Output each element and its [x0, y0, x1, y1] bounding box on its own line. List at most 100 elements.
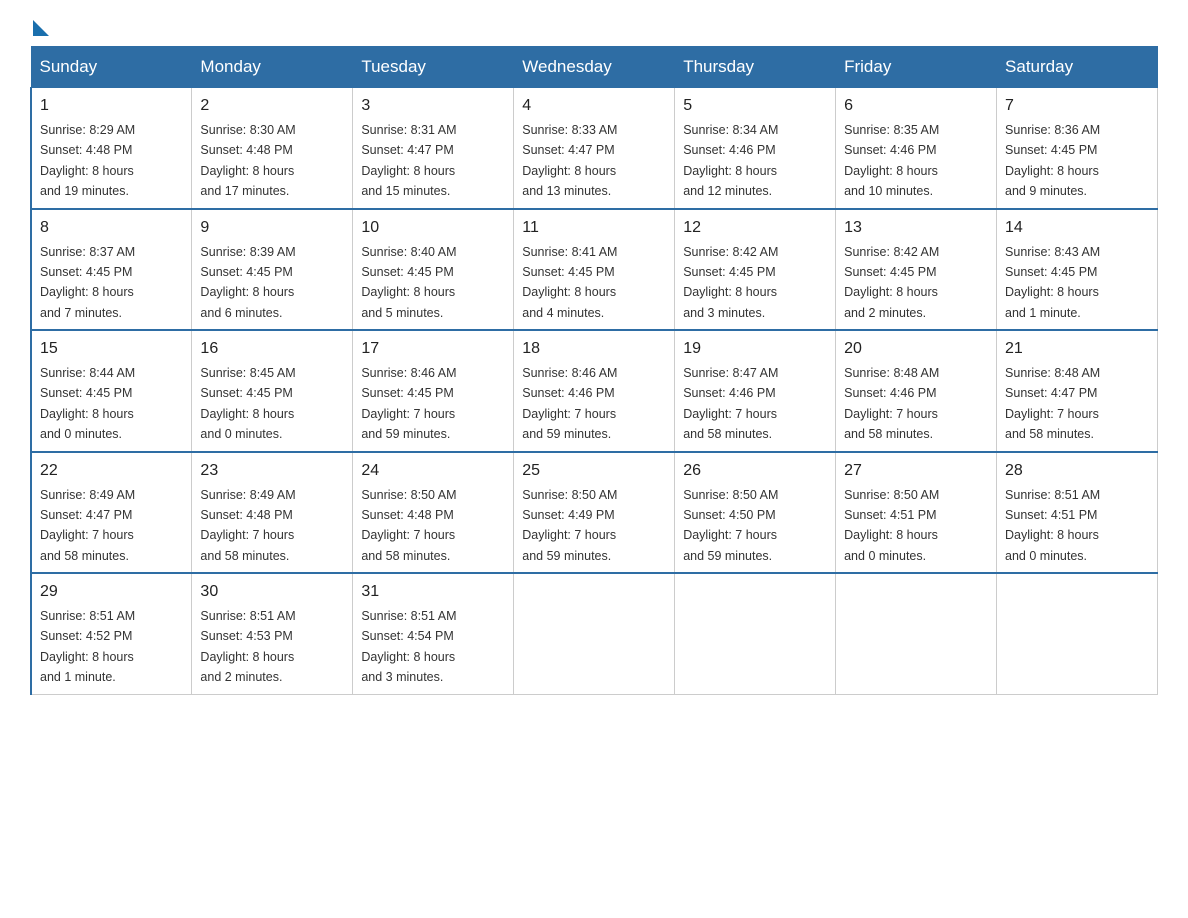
day-info: Sunrise: 8:48 AMSunset: 4:46 PMDaylight:… [844, 366, 939, 441]
day-number: 1 [40, 94, 183, 118]
day-info: Sunrise: 8:46 AMSunset: 4:45 PMDaylight:… [361, 366, 456, 441]
calendar-cell: 17 Sunrise: 8:46 AMSunset: 4:45 PMDaylig… [353, 330, 514, 452]
week-row-3: 15 Sunrise: 8:44 AMSunset: 4:45 PMDaylig… [31, 330, 1158, 452]
calendar-cell [997, 573, 1158, 694]
calendar-cell: 5 Sunrise: 8:34 AMSunset: 4:46 PMDayligh… [675, 88, 836, 209]
calendar-cell: 15 Sunrise: 8:44 AMSunset: 4:45 PMDaylig… [31, 330, 192, 452]
calendar-cell: 14 Sunrise: 8:43 AMSunset: 4:45 PMDaylig… [997, 209, 1158, 331]
calendar-cell: 4 Sunrise: 8:33 AMSunset: 4:47 PMDayligh… [514, 88, 675, 209]
calendar-cell: 13 Sunrise: 8:42 AMSunset: 4:45 PMDaylig… [836, 209, 997, 331]
day-number: 28 [1005, 459, 1149, 483]
calendar-cell: 12 Sunrise: 8:42 AMSunset: 4:45 PMDaylig… [675, 209, 836, 331]
weekday-header-row: SundayMondayTuesdayWednesdayThursdayFrid… [31, 47, 1158, 88]
calendar-table: SundayMondayTuesdayWednesdayThursdayFrid… [30, 46, 1158, 695]
calendar-cell: 11 Sunrise: 8:41 AMSunset: 4:45 PMDaylig… [514, 209, 675, 331]
day-number: 6 [844, 94, 988, 118]
day-number: 11 [522, 216, 666, 240]
day-info: Sunrise: 8:49 AMSunset: 4:47 PMDaylight:… [40, 488, 135, 563]
day-info: Sunrise: 8:36 AMSunset: 4:45 PMDaylight:… [1005, 123, 1100, 198]
calendar-cell: 31 Sunrise: 8:51 AMSunset: 4:54 PMDaylig… [353, 573, 514, 694]
day-info: Sunrise: 8:51 AMSunset: 4:54 PMDaylight:… [361, 609, 456, 684]
week-row-5: 29 Sunrise: 8:51 AMSunset: 4:52 PMDaylig… [31, 573, 1158, 694]
weekday-header-friday: Friday [836, 47, 997, 88]
calendar-cell: 19 Sunrise: 8:47 AMSunset: 4:46 PMDaylig… [675, 330, 836, 452]
day-number: 13 [844, 216, 988, 240]
calendar-cell: 28 Sunrise: 8:51 AMSunset: 4:51 PMDaylig… [997, 452, 1158, 574]
page-header [30, 20, 1158, 36]
day-info: Sunrise: 8:41 AMSunset: 4:45 PMDaylight:… [522, 245, 617, 320]
day-info: Sunrise: 8:45 AMSunset: 4:45 PMDaylight:… [200, 366, 295, 441]
day-number: 24 [361, 459, 505, 483]
day-number: 2 [200, 94, 344, 118]
calendar-cell: 23 Sunrise: 8:49 AMSunset: 4:48 PMDaylig… [192, 452, 353, 574]
day-info: Sunrise: 8:43 AMSunset: 4:45 PMDaylight:… [1005, 245, 1100, 320]
day-number: 9 [200, 216, 344, 240]
day-number: 21 [1005, 337, 1149, 361]
day-number: 15 [40, 337, 183, 361]
day-info: Sunrise: 8:33 AMSunset: 4:47 PMDaylight:… [522, 123, 617, 198]
calendar-cell [836, 573, 997, 694]
calendar-cell: 21 Sunrise: 8:48 AMSunset: 4:47 PMDaylig… [997, 330, 1158, 452]
day-info: Sunrise: 8:44 AMSunset: 4:45 PMDaylight:… [40, 366, 135, 441]
weekday-header-saturday: Saturday [997, 47, 1158, 88]
calendar-cell: 26 Sunrise: 8:50 AMSunset: 4:50 PMDaylig… [675, 452, 836, 574]
day-info: Sunrise: 8:31 AMSunset: 4:47 PMDaylight:… [361, 123, 456, 198]
day-info: Sunrise: 8:50 AMSunset: 4:51 PMDaylight:… [844, 488, 939, 563]
weekday-header-tuesday: Tuesday [353, 47, 514, 88]
day-info: Sunrise: 8:42 AMSunset: 4:45 PMDaylight:… [683, 245, 778, 320]
day-number: 31 [361, 580, 505, 604]
calendar-cell: 30 Sunrise: 8:51 AMSunset: 4:53 PMDaylig… [192, 573, 353, 694]
day-number: 5 [683, 94, 827, 118]
day-number: 18 [522, 337, 666, 361]
day-number: 25 [522, 459, 666, 483]
calendar-cell: 6 Sunrise: 8:35 AMSunset: 4:46 PMDayligh… [836, 88, 997, 209]
day-info: Sunrise: 8:34 AMSunset: 4:46 PMDaylight:… [683, 123, 778, 198]
week-row-4: 22 Sunrise: 8:49 AMSunset: 4:47 PMDaylig… [31, 452, 1158, 574]
day-info: Sunrise: 8:50 AMSunset: 4:49 PMDaylight:… [522, 488, 617, 563]
calendar-cell: 27 Sunrise: 8:50 AMSunset: 4:51 PMDaylig… [836, 452, 997, 574]
day-number: 10 [361, 216, 505, 240]
day-number: 19 [683, 337, 827, 361]
day-info: Sunrise: 8:50 AMSunset: 4:48 PMDaylight:… [361, 488, 456, 563]
calendar-cell: 1 Sunrise: 8:29 AMSunset: 4:48 PMDayligh… [31, 88, 192, 209]
calendar-cell: 2 Sunrise: 8:30 AMSunset: 4:48 PMDayligh… [192, 88, 353, 209]
day-info: Sunrise: 8:47 AMSunset: 4:46 PMDaylight:… [683, 366, 778, 441]
day-info: Sunrise: 8:29 AMSunset: 4:48 PMDaylight:… [40, 123, 135, 198]
day-info: Sunrise: 8:51 AMSunset: 4:53 PMDaylight:… [200, 609, 295, 684]
day-number: 17 [361, 337, 505, 361]
day-info: Sunrise: 8:40 AMSunset: 4:45 PMDaylight:… [361, 245, 456, 320]
day-info: Sunrise: 8:35 AMSunset: 4:46 PMDaylight:… [844, 123, 939, 198]
calendar-cell: 20 Sunrise: 8:48 AMSunset: 4:46 PMDaylig… [836, 330, 997, 452]
day-number: 16 [200, 337, 344, 361]
day-info: Sunrise: 8:51 AMSunset: 4:52 PMDaylight:… [40, 609, 135, 684]
day-number: 26 [683, 459, 827, 483]
day-info: Sunrise: 8:51 AMSunset: 4:51 PMDaylight:… [1005, 488, 1100, 563]
calendar-cell: 24 Sunrise: 8:50 AMSunset: 4:48 PMDaylig… [353, 452, 514, 574]
day-number: 22 [40, 459, 183, 483]
day-number: 23 [200, 459, 344, 483]
week-row-1: 1 Sunrise: 8:29 AMSunset: 4:48 PMDayligh… [31, 88, 1158, 209]
calendar-cell: 25 Sunrise: 8:50 AMSunset: 4:49 PMDaylig… [514, 452, 675, 574]
day-info: Sunrise: 8:42 AMSunset: 4:45 PMDaylight:… [844, 245, 939, 320]
day-number: 12 [683, 216, 827, 240]
day-number: 4 [522, 94, 666, 118]
calendar-cell: 22 Sunrise: 8:49 AMSunset: 4:47 PMDaylig… [31, 452, 192, 574]
calendar-cell: 10 Sunrise: 8:40 AMSunset: 4:45 PMDaylig… [353, 209, 514, 331]
calendar-cell: 3 Sunrise: 8:31 AMSunset: 4:47 PMDayligh… [353, 88, 514, 209]
calendar-cell [675, 573, 836, 694]
logo [30, 20, 49, 36]
day-info: Sunrise: 8:50 AMSunset: 4:50 PMDaylight:… [683, 488, 778, 563]
calendar-cell: 7 Sunrise: 8:36 AMSunset: 4:45 PMDayligh… [997, 88, 1158, 209]
day-number: 20 [844, 337, 988, 361]
day-number: 27 [844, 459, 988, 483]
day-number: 14 [1005, 216, 1149, 240]
day-info: Sunrise: 8:46 AMSunset: 4:46 PMDaylight:… [522, 366, 617, 441]
calendar-cell: 29 Sunrise: 8:51 AMSunset: 4:52 PMDaylig… [31, 573, 192, 694]
weekday-header-thursday: Thursday [675, 47, 836, 88]
day-info: Sunrise: 8:49 AMSunset: 4:48 PMDaylight:… [200, 488, 295, 563]
day-info: Sunrise: 8:37 AMSunset: 4:45 PMDaylight:… [40, 245, 135, 320]
calendar-cell: 16 Sunrise: 8:45 AMSunset: 4:45 PMDaylig… [192, 330, 353, 452]
day-info: Sunrise: 8:48 AMSunset: 4:47 PMDaylight:… [1005, 366, 1100, 441]
day-number: 29 [40, 580, 183, 604]
day-info: Sunrise: 8:30 AMSunset: 4:48 PMDaylight:… [200, 123, 295, 198]
